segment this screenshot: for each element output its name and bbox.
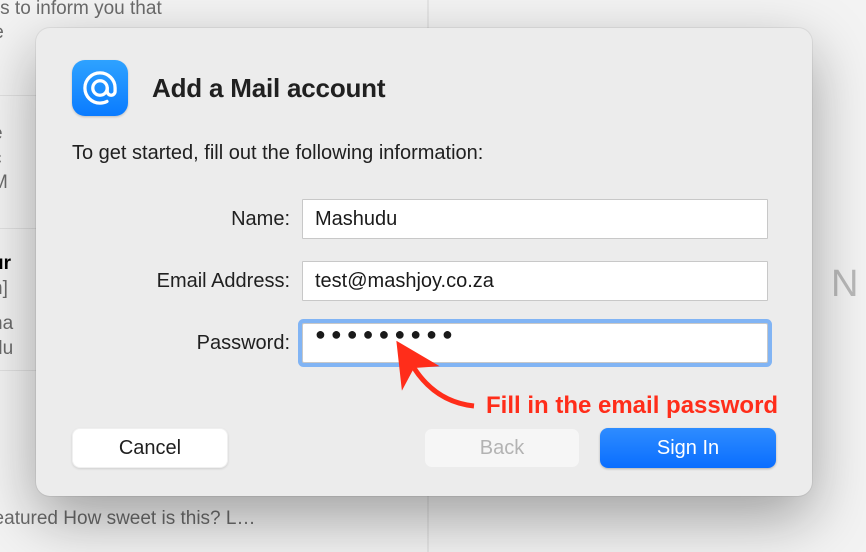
password-label: Password: — [132, 332, 302, 355]
background-text: du — [0, 338, 13, 360]
dialog-title: Add a Mail account — [152, 73, 385, 104]
background-text: N — [831, 263, 858, 306]
background-text: i Lucky This email is to inform you that — [0, 0, 162, 20]
dialog-instruction: To get started, fill out the following i… — [72, 142, 776, 165]
annotation-text: Fill in the email password — [486, 392, 778, 420]
back-button: Back — [424, 428, 580, 468]
add-mail-account-dialog: Add a Mail account To get started, fill … — [36, 28, 812, 496]
background-text: ur — [0, 253, 11, 275]
background-text: c — [0, 148, 2, 170]
background-text: fe — [0, 22, 4, 44]
sign-in-button[interactable]: Sign In — [600, 428, 776, 468]
at-icon — [72, 60, 128, 116]
dialog-header: Add a Mail account — [72, 60, 776, 116]
password-field[interactable]: ●●●●●●●●● — [302, 323, 768, 363]
background-text: e — [0, 123, 3, 145]
email-row: Email Address: — [132, 261, 768, 301]
background-text: na — [0, 313, 13, 335]
dialog-button-bar: Cancel Back Sign In — [72, 428, 776, 468]
name-field[interactable] — [302, 199, 768, 239]
name-label: Name: — [132, 208, 302, 231]
name-row: Name: — [132, 199, 768, 239]
email-field[interactable] — [302, 261, 768, 301]
cancel-button[interactable]: Cancel — [72, 428, 228, 468]
account-form: Name: Email Address: Password: ●●●●●●●●● — [132, 199, 768, 363]
password-row: Password: ●●●●●●●●● — [132, 323, 768, 363]
background-text: urses | Featured How sweet is this? L… — [0, 508, 255, 530]
background-text: M — [0, 172, 8, 194]
email-label: Email Address: — [132, 270, 302, 293]
background-text: n] — [0, 278, 8, 300]
